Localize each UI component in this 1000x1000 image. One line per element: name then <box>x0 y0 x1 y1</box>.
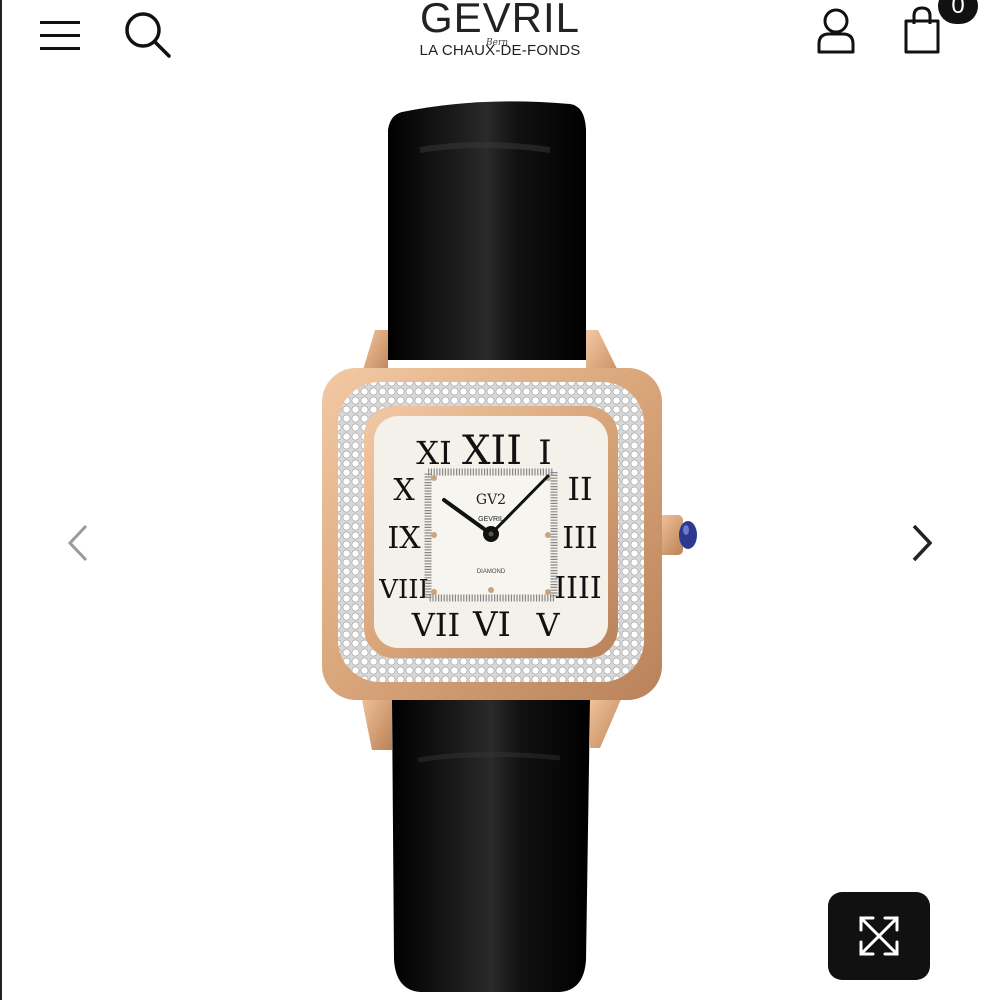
numeral-i: I <box>538 433 551 473</box>
user-icon <box>817 8 855 54</box>
numeral-ix: IX <box>387 521 421 556</box>
previous-image-button[interactable] <box>58 518 98 568</box>
menu-button[interactable] <box>36 12 84 56</box>
fullscreen-button[interactable] <box>828 892 930 980</box>
numeral-v: V <box>535 606 560 644</box>
brand-logo[interactable]: GEVRIL LA CHAUX-DE-FONDS <box>400 0 600 70</box>
chevron-right-icon <box>912 524 933 562</box>
next-image-button[interactable] <box>902 518 942 568</box>
product-image: XII I II III IIII V VI VII VIII IX X XI … <box>322 101 697 992</box>
numeral-vii: VII <box>411 606 460 644</box>
numeral-viii: VIII <box>378 575 429 605</box>
numeral-vi: VI <box>472 605 511 645</box>
search-icon <box>125 12 171 58</box>
brand-script: Bern <box>486 38 509 48</box>
account-button[interactable] <box>808 4 864 58</box>
search-button[interactable] <box>120 8 176 62</box>
numeral-xi: XI <box>416 434 451 472</box>
numeral-iiii: IIII <box>554 571 601 606</box>
numeral-ii: II <box>567 470 592 508</box>
site-header: GEVRIL LA CHAUX-DE-FONDS Bern 0 <box>0 0 1000 90</box>
expand-arrows-icon <box>859 916 899 956</box>
dial-label: DIAMOND <box>477 569 506 575</box>
dial-logo: GV2 <box>476 492 506 508</box>
numeral-iii: III <box>562 521 598 556</box>
numeral-xii: XII <box>462 428 522 474</box>
window-edge <box>0 0 2 1000</box>
hamburger-menu-icon <box>40 21 80 50</box>
brand-name: GEVRIL <box>419 0 581 41</box>
numeral-x: X <box>393 473 415 508</box>
chevron-left-icon <box>67 524 88 562</box>
dial-brand: GEVRIL <box>478 516 504 523</box>
